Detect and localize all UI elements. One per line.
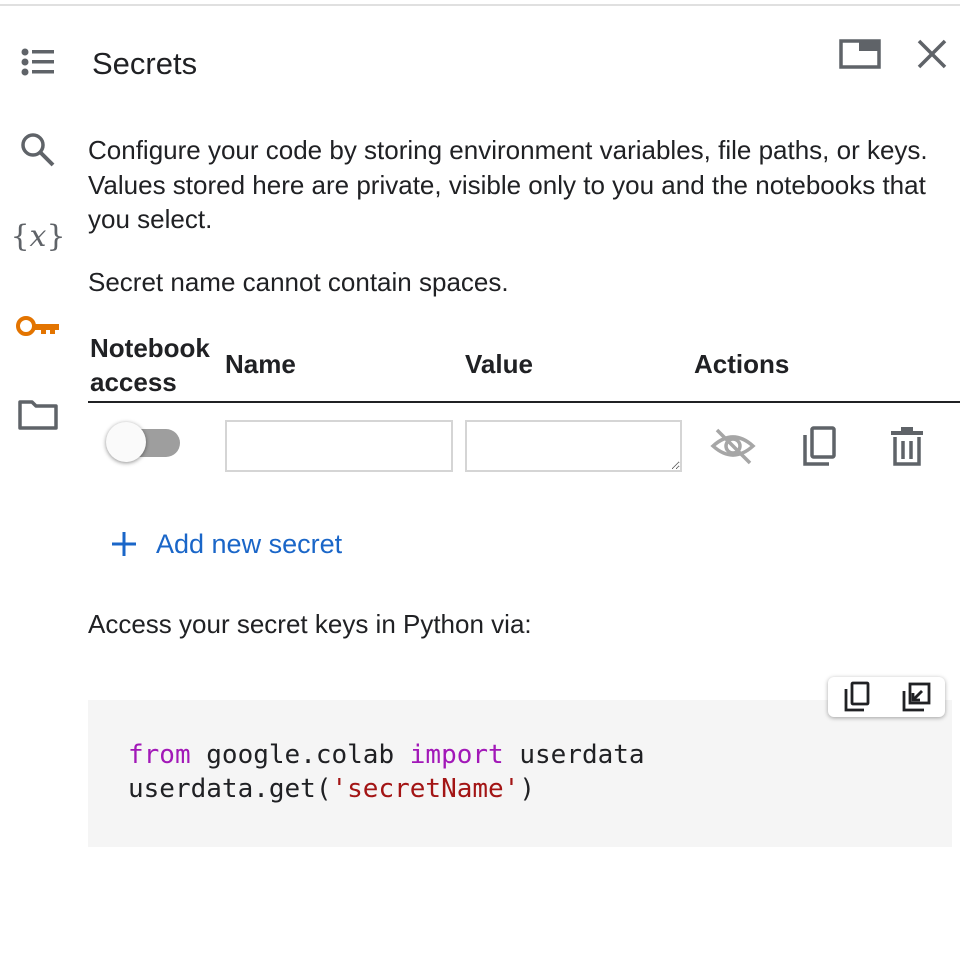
search-icon[interactable] — [14, 126, 62, 174]
code-text-segment: userdata — [503, 740, 645, 770]
secret-name-hint: Secret name cannot contain spaces. — [88, 267, 509, 297]
open-in-window-button[interactable] — [836, 32, 884, 76]
visibility-off-icon — [710, 428, 756, 465]
insert-into-notebook-icon — [902, 682, 931, 712]
panel-description: Configure your code by storing environme… — [88, 135, 928, 234]
header-value: Value — [465, 349, 533, 379]
code-string: 'secretName' — [331, 774, 520, 804]
access-instructions: Access your secret keys in Python via: — [88, 609, 532, 639]
table-of-contents-icon[interactable] — [14, 38, 62, 86]
folder-icon[interactable] — [14, 390, 62, 438]
variables-icon[interactable]: {𝑥} — [10, 212, 65, 260]
header-notebook-access-line2: access — [90, 367, 177, 397]
delete-secret-button[interactable] — [881, 420, 933, 472]
secret-value-input[interactable] — [465, 420, 682, 472]
variables-icon-glyph: {𝑥} — [10, 218, 66, 254]
sidebar-rail: {𝑥} — [0, 0, 80, 974]
copy-code-button[interactable] — [833, 677, 881, 717]
header-actions: Actions — [694, 349, 790, 379]
copy-code-icon — [844, 681, 870, 712]
header-name: Name — [225, 349, 296, 379]
plus-icon — [106, 522, 142, 566]
code-text-segment: ) — [519, 774, 535, 804]
notebook-access-toggle[interactable] — [106, 421, 182, 465]
header-notebook-access: Notebook access — [90, 331, 210, 399]
open-in-window-icon — [839, 39, 881, 69]
code-keyword: from — [128, 740, 191, 770]
table-header-divider — [88, 401, 960, 403]
insert-code-button[interactable] — [892, 677, 940, 717]
toggle-thumb — [106, 422, 146, 462]
close-button[interactable] — [908, 32, 956, 76]
header-notebook-access-line1: Notebook — [90, 333, 210, 363]
copy-icon — [803, 426, 836, 466]
close-icon — [917, 39, 947, 69]
add-new-secret-button[interactable]: Add new secret — [106, 522, 342, 566]
secret-name-input[interactable] — [225, 420, 453, 472]
code-toolbar — [828, 677, 945, 717]
key-icon[interactable] — [14, 302, 62, 350]
add-new-secret-label: Add new secret — [156, 529, 343, 559]
code-keyword: import — [409, 740, 504, 770]
panel-title: Secrets — [92, 46, 198, 81]
top-divider — [0, 4, 960, 6]
code-text: from google.colab import userdata userda… — [128, 738, 645, 806]
code-text-segment: userdata.get( — [128, 774, 332, 804]
toggle-visibility-button[interactable] — [707, 420, 759, 472]
copy-secret-button[interactable] — [793, 420, 845, 472]
delete-icon — [891, 427, 923, 466]
code-snippet: from google.colab import userdata userda… — [88, 700, 952, 847]
code-text-segment: google.colab — [190, 740, 410, 770]
